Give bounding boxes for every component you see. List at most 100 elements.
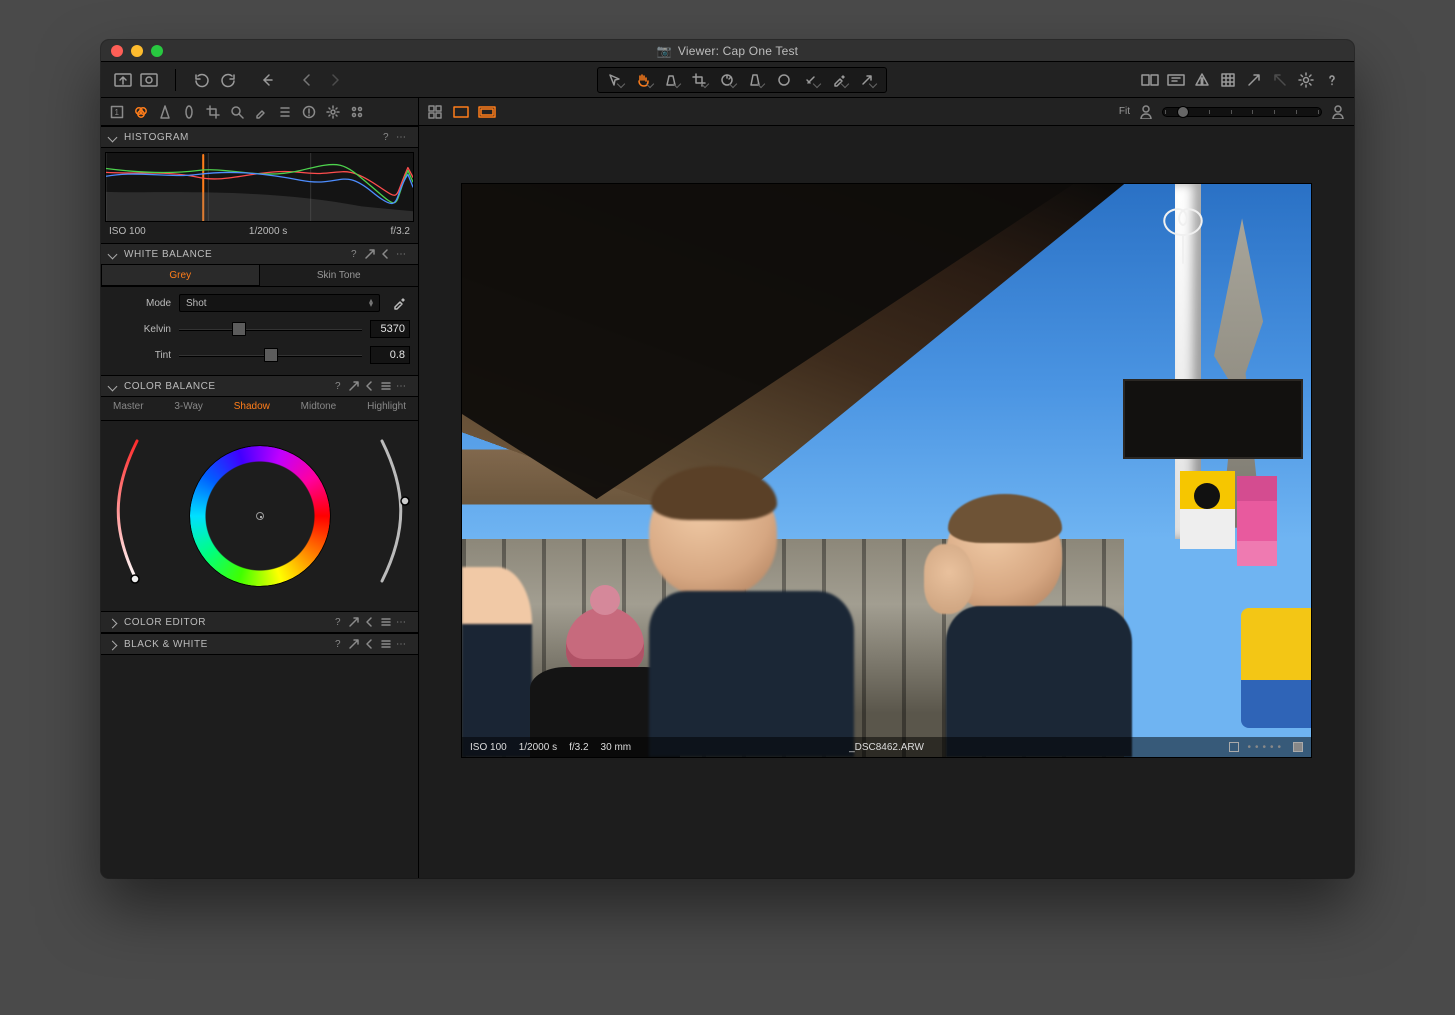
profile-icon[interactable]	[1328, 102, 1348, 122]
panel-menu-icon[interactable]: ⋯	[394, 614, 410, 630]
preset-icon[interactable]	[378, 636, 394, 652]
keystone-tool-icon[interactable]	[742, 69, 770, 91]
tool-sidebar: 1 HISTOGRAM ? ⋯	[101, 98, 419, 878]
wb-tint-slider[interactable]	[179, 346, 362, 364]
copy-icon[interactable]	[346, 378, 362, 394]
color-balance-tabs: Master 3-Way Shadow Midtone Highlight	[101, 397, 418, 421]
color-tab-icon[interactable]	[131, 102, 151, 122]
heal-tool-icon[interactable]	[798, 69, 826, 91]
cb-tab-highlight[interactable]: Highlight	[367, 401, 406, 412]
crop-tool-icon[interactable]	[686, 69, 714, 91]
zoom-window-button[interactable]	[151, 45, 163, 57]
exposure-tab-icon[interactable]	[155, 102, 175, 122]
minimize-window-button[interactable]	[131, 45, 143, 57]
grid-view-icon[interactable]	[425, 102, 445, 122]
color-balance-wheel[interactable]	[101, 421, 418, 611]
gear-icon[interactable]	[1294, 68, 1318, 92]
cb-tab-master[interactable]: Master	[113, 401, 144, 412]
panel-menu-icon[interactable]: ⋯	[394, 378, 410, 394]
panel-menu-icon[interactable]: ⋯	[394, 246, 410, 262]
image-preview[interactable]: ISO 100 1/2000 s f/3.2 30 mm _DSC8462.AR…	[462, 184, 1311, 757]
variant-icon[interactable]	[1293, 742, 1303, 752]
histogram-aperture: f/3.2	[391, 226, 410, 237]
help-icon[interactable]: ?	[346, 246, 362, 262]
person-icon[interactable]	[1136, 102, 1156, 122]
reset-icon[interactable]	[256, 68, 280, 92]
help-icon[interactable]: ?	[378, 129, 394, 145]
color-editor-panel-header[interactable]: COLOR EDITOR ? ⋯	[101, 611, 418, 633]
preset-icon[interactable]	[378, 378, 394, 394]
settings-tab-icon[interactable]	[323, 102, 343, 122]
select-tool-icon[interactable]	[602, 69, 630, 91]
black-white-title: BLACK & WHITE	[124, 639, 208, 650]
adjustments-tab-icon[interactable]	[275, 102, 295, 122]
reset-icon[interactable]	[362, 614, 378, 630]
help-icon[interactable]: ?	[330, 614, 346, 630]
wb-tint-input[interactable]: 0.8	[370, 346, 410, 364]
spot-tool-icon[interactable]	[770, 69, 798, 91]
color-tag-icon[interactable]	[1229, 742, 1239, 752]
arrow-tool-icon[interactable]	[854, 69, 882, 91]
help-icon[interactable]	[1320, 68, 1344, 92]
cb-tab-shadow[interactable]: Shadow	[234, 401, 270, 412]
reset-icon[interactable]	[378, 246, 394, 262]
panel-menu-icon[interactable]: ⋯	[394, 636, 410, 652]
wb-eyedropper-icon[interactable]	[388, 292, 410, 314]
copy-icon[interactable]	[346, 614, 362, 630]
metadata-tab-icon[interactable]	[299, 102, 319, 122]
pan-tool-icon[interactable]	[630, 69, 658, 91]
grid-icon[interactable]	[1216, 68, 1240, 92]
eyedropper-tool-icon[interactable]	[826, 69, 854, 91]
redo-icon[interactable]	[216, 68, 240, 92]
histogram-iso: ISO 100	[109, 226, 146, 237]
fit-label[interactable]: Fit	[1119, 106, 1130, 117]
color-wheel-center-marker[interactable]	[256, 512, 264, 520]
wb-tab-grey[interactable]: Grey	[101, 265, 260, 286]
cb-tab-3way[interactable]: 3-Way	[174, 401, 203, 412]
copy-icon[interactable]	[362, 246, 378, 262]
capture-icon[interactable]	[137, 68, 161, 92]
histogram-panel-header[interactable]: HISTOGRAM ? ⋯	[101, 126, 418, 148]
help-icon[interactable]: ?	[330, 378, 346, 394]
undo-icon[interactable]	[190, 68, 214, 92]
details-tab-icon[interactable]	[227, 102, 247, 122]
rating-dots[interactable]: •••••	[1247, 742, 1285, 753]
import-icon[interactable]	[111, 68, 135, 92]
reset-icon[interactable]	[362, 378, 378, 394]
help-icon[interactable]: ?	[330, 636, 346, 652]
output-tab-icon[interactable]	[347, 102, 367, 122]
wb-kelvin-slider[interactable]	[179, 320, 362, 338]
local-tab-icon[interactable]	[251, 102, 271, 122]
mask-tool-icon[interactable]	[658, 69, 686, 91]
cb-tab-midtone[interactable]: Midtone	[301, 401, 337, 412]
reset-icon[interactable]	[362, 636, 378, 652]
color-saturation-arc[interactable]	[107, 431, 147, 591]
copy-icon[interactable]	[346, 636, 362, 652]
compare-icon[interactable]	[1138, 68, 1162, 92]
rotate-tool-icon[interactable]	[714, 69, 742, 91]
black-white-panel-header[interactable]: BLACK & WHITE ? ⋯	[101, 633, 418, 655]
white-balance-title: WHITE BALANCE	[124, 249, 212, 260]
histogram-shutter: 1/2000 s	[249, 226, 287, 237]
filmstrip-view-icon[interactable]	[477, 102, 497, 122]
wb-kelvin-input[interactable]: 5370	[370, 320, 410, 338]
softproof-icon[interactable]	[1164, 68, 1188, 92]
zoom-slider[interactable]	[1162, 107, 1322, 117]
wb-mode-select[interactable]: Shot ▴▾	[179, 294, 380, 312]
close-window-button[interactable]	[111, 45, 123, 57]
crop-tab-icon[interactable]	[203, 102, 223, 122]
panel-menu-icon[interactable]: ⋯	[394, 129, 410, 145]
color-balance-panel-header[interactable]: COLOR BALANCE ? ⋯	[101, 375, 418, 397]
wb-tab-skin-tone[interactable]: Skin Tone	[260, 265, 419, 286]
warning-icon[interactable]	[1190, 68, 1214, 92]
preset-icon[interactable]	[378, 614, 394, 630]
export-icon[interactable]	[1242, 68, 1266, 92]
library-tab-icon[interactable]: 1	[107, 102, 127, 122]
single-view-icon[interactable]	[451, 102, 471, 122]
white-balance-panel-header[interactable]: WHITE BALANCE ? ⋯	[101, 243, 418, 265]
histogram-panel: ISO 100 1/2000 s f/3.2	[101, 148, 418, 243]
history-back-icon[interactable]	[296, 68, 320, 92]
lens-tab-icon[interactable]	[179, 102, 199, 122]
color-lightness-arc[interactable]	[372, 431, 412, 591]
window-title: 📷Viewer: Cap One Test	[101, 44, 1354, 58]
